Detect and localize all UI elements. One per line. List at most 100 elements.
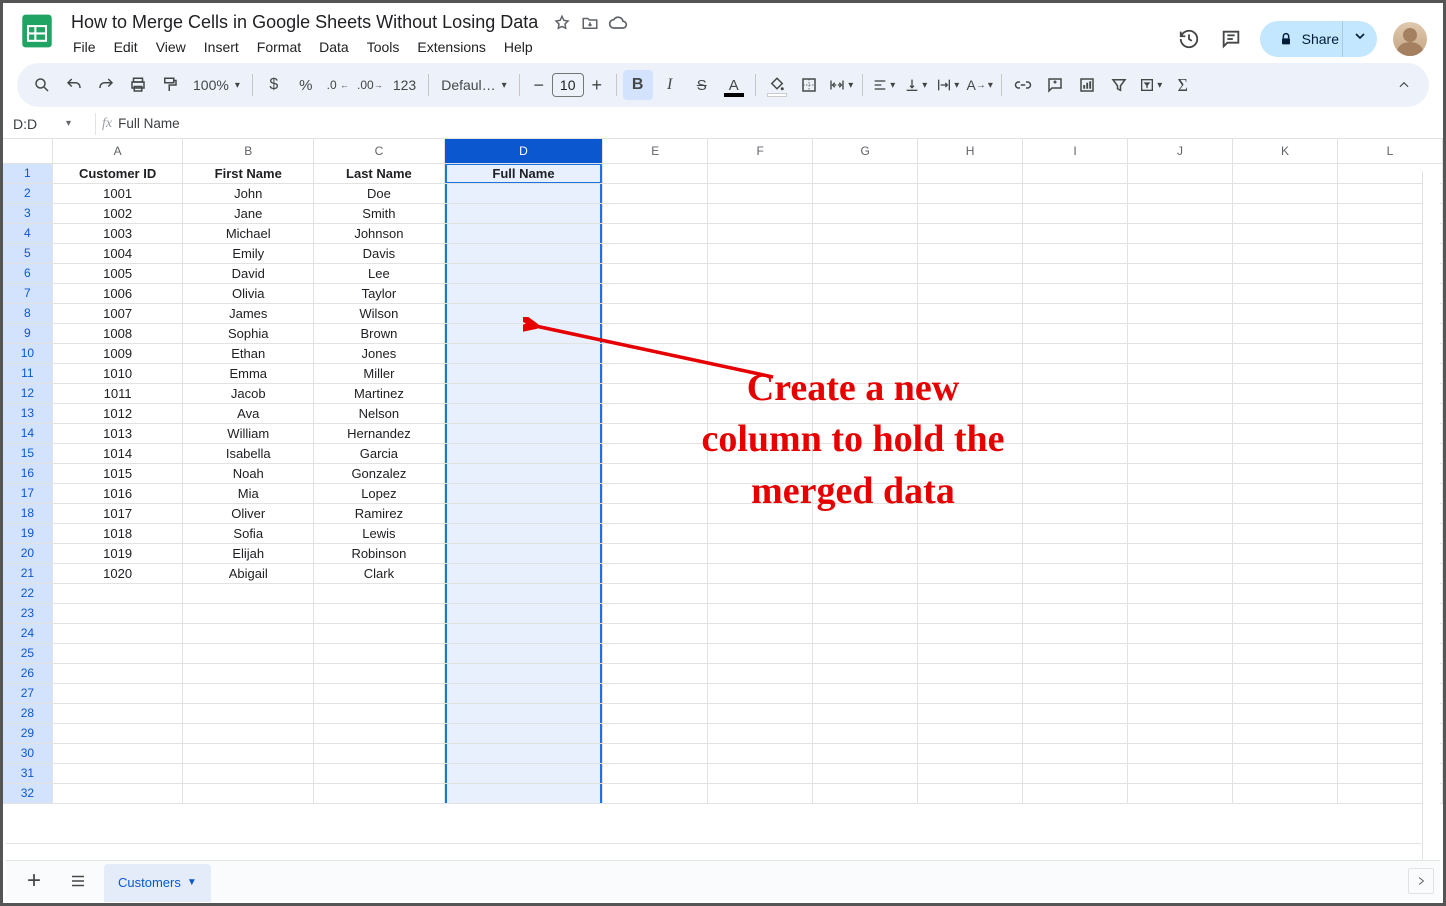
row-header-16[interactable]: 16 [3,463,52,483]
cell-J32[interactable] [1128,783,1233,803]
cell-B24[interactable] [183,623,314,643]
row-header-29[interactable]: 29 [3,723,52,743]
cell-F28[interactable] [708,703,813,723]
cell-I21[interactable] [1023,563,1128,583]
cell-K2[interactable] [1232,183,1337,203]
cell-D3[interactable] [444,203,603,223]
cell-J24[interactable] [1128,623,1233,643]
cell-G10[interactable] [813,343,918,363]
cell-H11[interactable] [918,363,1023,383]
cell-J22[interactable] [1128,583,1233,603]
cell-G28[interactable] [813,703,918,723]
move-icon[interactable] [580,13,600,33]
cell-F31[interactable] [708,763,813,783]
sheet-tab-customers[interactable]: Customers▼ [104,864,211,902]
cell-B31[interactable] [183,763,314,783]
cell-I10[interactable] [1023,343,1128,363]
cell-I25[interactable] [1023,643,1128,663]
row-header-30[interactable]: 30 [3,743,52,763]
cell-I30[interactable] [1023,743,1128,763]
cell-A22[interactable] [52,583,183,603]
cell-B17[interactable]: Mia [183,483,314,503]
document-title[interactable]: How to Merge Cells in Google Sheets With… [65,11,544,34]
cell-G31[interactable] [813,763,918,783]
explore-button[interactable] [1408,868,1434,894]
cell-C10[interactable]: Jones [314,343,445,363]
cell-J14[interactable] [1128,423,1233,443]
cell-D25[interactable] [444,643,603,663]
zoom-select[interactable]: 100% [187,70,246,100]
share-dropdown[interactable] [1342,21,1377,57]
cell-E16[interactable] [603,463,708,483]
row-header-4[interactable]: 4 [3,223,52,243]
cell-H2[interactable] [918,183,1023,203]
cell-I31[interactable] [1023,763,1128,783]
column-header-B[interactable]: B [183,139,314,163]
cell-C15[interactable]: Garcia [314,443,445,463]
cell-D11[interactable] [444,363,603,383]
font-select[interactable]: Defaul… [435,70,513,100]
cell-F11[interactable] [708,363,813,383]
cell-D19[interactable] [444,523,603,543]
cell-E7[interactable] [603,283,708,303]
cell-F32[interactable] [708,783,813,803]
cell-H16[interactable] [918,463,1023,483]
row-header-26[interactable]: 26 [3,663,52,683]
cell-B5[interactable]: Emily [183,243,314,263]
italic-button[interactable]: I [655,70,685,100]
cell-D9[interactable] [444,323,603,343]
row-header-14[interactable]: 14 [3,423,52,443]
cell-B26[interactable] [183,663,314,683]
column-header-H[interactable]: H [918,139,1023,163]
cell-E8[interactable] [603,303,708,323]
cell-K17[interactable] [1232,483,1337,503]
cell-A15[interactable]: 1014 [52,443,183,463]
row-header-32[interactable]: 32 [3,783,52,803]
cell-H28[interactable] [918,703,1023,723]
cell-G4[interactable] [813,223,918,243]
cell-C32[interactable] [314,783,445,803]
functions-icon[interactable]: Σ [1168,70,1198,100]
cell-I17[interactable] [1023,483,1128,503]
cell-B9[interactable]: Sophia [183,323,314,343]
cell-F7[interactable] [708,283,813,303]
cell-D5[interactable] [444,243,603,263]
cell-F4[interactable] [708,223,813,243]
cell-K8[interactable] [1232,303,1337,323]
column-header-E[interactable]: E [603,139,708,163]
cell-B2[interactable]: John [183,183,314,203]
account-avatar[interactable] [1393,22,1427,56]
cell-D2[interactable] [444,183,603,203]
cell-H23[interactable] [918,603,1023,623]
cell-E20[interactable] [603,543,708,563]
cell-D1[interactable]: Full Name [444,163,603,183]
cell-A2[interactable]: 1001 [52,183,183,203]
row-header-9[interactable]: 9 [3,323,52,343]
cell-C9[interactable]: Brown [314,323,445,343]
row-header-2[interactable]: 2 [3,183,52,203]
cell-C18[interactable]: Ramirez [314,503,445,523]
cell-E29[interactable] [603,723,708,743]
cell-F30[interactable] [708,743,813,763]
cell-B15[interactable]: Isabella [183,443,314,463]
cell-K6[interactable] [1232,263,1337,283]
cell-E25[interactable] [603,643,708,663]
cell-A1[interactable]: Customer ID [52,163,183,183]
cell-J31[interactable] [1128,763,1233,783]
cell-G27[interactable] [813,683,918,703]
cell-D17[interactable] [444,483,603,503]
cell-A25[interactable] [52,643,183,663]
cell-G1[interactable] [813,163,918,183]
cell-I23[interactable] [1023,603,1128,623]
cell-H22[interactable] [918,583,1023,603]
cell-J23[interactable] [1128,603,1233,623]
cell-G22[interactable] [813,583,918,603]
cell-G9[interactable] [813,323,918,343]
cell-H1[interactable] [918,163,1023,183]
cell-E32[interactable] [603,783,708,803]
merge-cells-button[interactable] [826,70,856,100]
cell-A29[interactable] [52,723,183,743]
cell-J15[interactable] [1128,443,1233,463]
cell-A23[interactable] [52,603,183,623]
cell-B28[interactable] [183,703,314,723]
